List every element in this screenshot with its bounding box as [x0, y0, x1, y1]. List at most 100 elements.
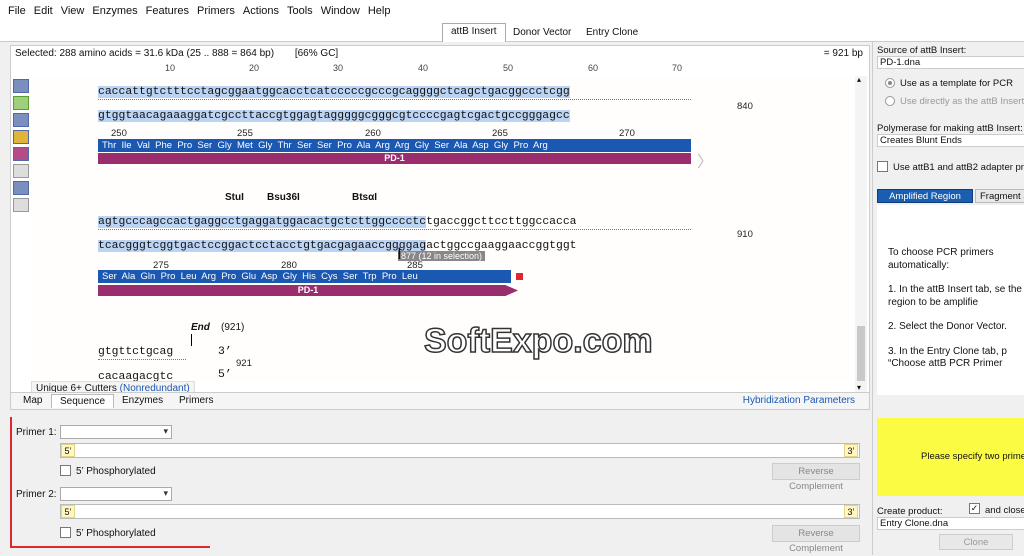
aa-position: 255: [237, 128, 253, 139]
template-radio[interactable]: [885, 78, 895, 88]
primer1-three-prime: 3’: [844, 444, 858, 457]
primer2-dropdown[interactable]: [60, 487, 172, 501]
direct-option-label: Use directly as the attB Insert: [900, 96, 1024, 107]
end-position-number: 921: [236, 358, 252, 369]
selection-status: Selected: 288 amino acids = 31.6 kDa (25…: [11, 46, 869, 62]
select-tool-icon[interactable]: [13, 79, 29, 93]
menu-window[interactable]: Window: [321, 5, 360, 17]
tab-sequence[interactable]: Sequence: [51, 394, 115, 408]
highlight-line: [10, 417, 12, 548]
sequence-bottom-strand[interactable]: gtggtaacagaaaggatcgccttaccgtggagtagggggc…: [98, 110, 570, 122]
top-tabs: attB Insert Donor Vector Entry Clone: [0, 22, 1024, 42]
menu-primers[interactable]: Primers: [197, 5, 235, 17]
enzyme-tool-icon[interactable]: [13, 164, 29, 178]
sequence-top-strand[interactable]: agtgcccagccactgaggcctgaggatggacactgctctt…: [98, 216, 577, 228]
primer2-three-prime: 3’: [844, 505, 858, 518]
menu-tools[interactable]: Tools: [287, 5, 313, 17]
enzyme-bsu36i[interactable]: Bsu36I: [267, 192, 300, 203]
ruler-tick: 50: [503, 63, 514, 73]
adapter-label: Use attB1 and attB2 adapter prim: [893, 162, 1024, 173]
end-top-strand[interactable]: gtgttctgcag: [98, 346, 173, 358]
enzyme-stui[interactable]: StuI: [225, 192, 244, 203]
lines-tool-icon[interactable]: [13, 113, 29, 127]
feature-pd1[interactable]: PD-1: [98, 153, 691, 164]
primer2-reverse-complement-button[interactable]: Reverse Complement: [772, 525, 860, 554]
tab-fragment[interactable]: Fragment S: [975, 189, 1024, 203]
ruler-tick: 70: [672, 63, 683, 73]
position-tooltip: 877 (12 in selection): [398, 251, 486, 261]
clone-button[interactable]: Clone: [939, 534, 1013, 550]
spacing-tool-icon[interactable]: [13, 198, 29, 212]
close-checkbox[interactable]: ✓: [969, 503, 980, 514]
tab-amplified-region[interactable]: Amplified Region: [877, 189, 973, 203]
enzyme-btsai[interactable]: BtsαI: [352, 192, 377, 203]
primer1-sequence-input[interactable]: [60, 443, 860, 458]
end-bottom-strand[interactable]: cacaagacgtc: [98, 371, 173, 381]
sequence-top-strand[interactable]: caccattgtctttcctagcggaatggcacctcatcccccg…: [98, 86, 570, 98]
product-name-field[interactable]: Entry Clone.dna: [877, 517, 1024, 530]
region-tabs: Amplified Region Fragment S: [877, 189, 1024, 203]
ruler-tick: 20: [249, 63, 260, 73]
source-field[interactable]: PD-1.dna: [877, 56, 1024, 69]
length-value: 921 bp: [832, 48, 863, 59]
menu-enzymes[interactable]: Enzymes: [92, 5, 137, 17]
menu-features[interactable]: Features: [146, 5, 189, 17]
instruction-step: 3. In the Entry Clone tab, p “Choose att…: [888, 345, 1007, 370]
arrow-tool-icon[interactable]: [13, 96, 29, 110]
end-position: (921): [221, 322, 245, 333]
primer1-dropdown[interactable]: [60, 425, 172, 439]
unselected-top: tgaccggcttccttggccacca: [426, 216, 577, 228]
aa-position: 270: [619, 128, 635, 139]
sequence-position: 840: [737, 101, 753, 112]
primer2-sequence-input[interactable]: [60, 504, 860, 519]
instruction-step: 2. Select the Donor Vector.: [888, 321, 1007, 332]
tab-enzymes[interactable]: Enzymes: [122, 395, 163, 406]
template-option-label: Use as a template for PCR: [900, 78, 1013, 89]
tab-attb-insert[interactable]: attB Insert: [442, 23, 506, 42]
adapter-checkbox[interactable]: [877, 161, 888, 172]
sequence-position: 910: [737, 229, 753, 240]
tab-donor-vector[interactable]: Donor Vector: [505, 25, 579, 40]
sequence-bottom-strand[interactable]: tcacgggtcggtgactccggactcctacctgtgacgagaa…: [98, 240, 577, 252]
strand-tool-icon[interactable]: [13, 130, 29, 144]
strand-ticks: [98, 229, 691, 230]
view-toolbar: [11, 76, 31, 251]
direct-radio[interactable]: [885, 96, 895, 106]
translation-row[interactable]: Ser Ala Gln Pro Leu Arg Pro Glu Asp Gly …: [98, 270, 511, 283]
polymerase-label: Polymerase for making attB Insert:: [877, 123, 1023, 134]
strand-ticks: [98, 99, 691, 100]
menu-bar: File Edit View Enzymes Features Primers …: [0, 0, 1024, 22]
tab-entry-clone[interactable]: Entry Clone: [578, 25, 646, 40]
attb-insert-sidebar: Source of attB Insert: PD-1.dna Use as a…: [872, 42, 1024, 555]
scroll-down-icon[interactable]: ▾: [857, 383, 861, 392]
menu-actions[interactable]: Actions: [243, 5, 279, 17]
aa-tool-icon[interactable]: [13, 181, 29, 195]
vertical-scrollbar[interactable]: ▴ ▾: [855, 75, 867, 392]
scroll-up-icon[interactable]: ▴: [857, 75, 861, 84]
hybridization-parameters-link[interactable]: Hybridization Parameters: [743, 395, 855, 406]
primer-panel: Primer 1: 5’ 3’ 5’ Phosphorylated Revers…: [10, 412, 870, 554]
translation-row[interactable]: Thr Ile Val Phe Pro Ser Gly Met Gly Thr …: [98, 139, 691, 152]
tab-map[interactable]: Map: [23, 395, 42, 406]
primer1-reverse-complement-button[interactable]: Reverse Complement: [772, 463, 860, 492]
aa-position: 260: [365, 128, 381, 139]
tab-primers[interactable]: Primers: [179, 395, 213, 406]
stop-codon-icon: [515, 272, 524, 281]
feature-pd1[interactable]: PD-1: [98, 285, 518, 296]
selection-text: Selected: 288 amino acids = 31.6 kDa (25…: [15, 48, 275, 59]
instructions: To choose PCR primers automatically: 1. …: [877, 205, 1024, 395]
translate-tool-icon[interactable]: [13, 147, 29, 161]
primer1-phosphorylated-checkbox[interactable]: [60, 465, 71, 476]
sequence-length: = 921 bp: [823, 48, 863, 59]
end-line: [191, 334, 192, 346]
source-label: Source of attB Insert:: [877, 45, 967, 56]
scroll-thumb[interactable]: [857, 326, 865, 381]
menu-file[interactable]: File: [8, 5, 26, 17]
primer2-phosphorylated-checkbox[interactable]: [60, 527, 71, 538]
highlight-line: [10, 546, 210, 548]
polymerase-dropdown[interactable]: Creates Blunt Ends: [877, 134, 1024, 147]
menu-help[interactable]: Help: [368, 5, 391, 17]
strand-ticks: [98, 359, 186, 360]
menu-edit[interactable]: Edit: [34, 5, 53, 17]
menu-view[interactable]: View: [61, 5, 85, 17]
